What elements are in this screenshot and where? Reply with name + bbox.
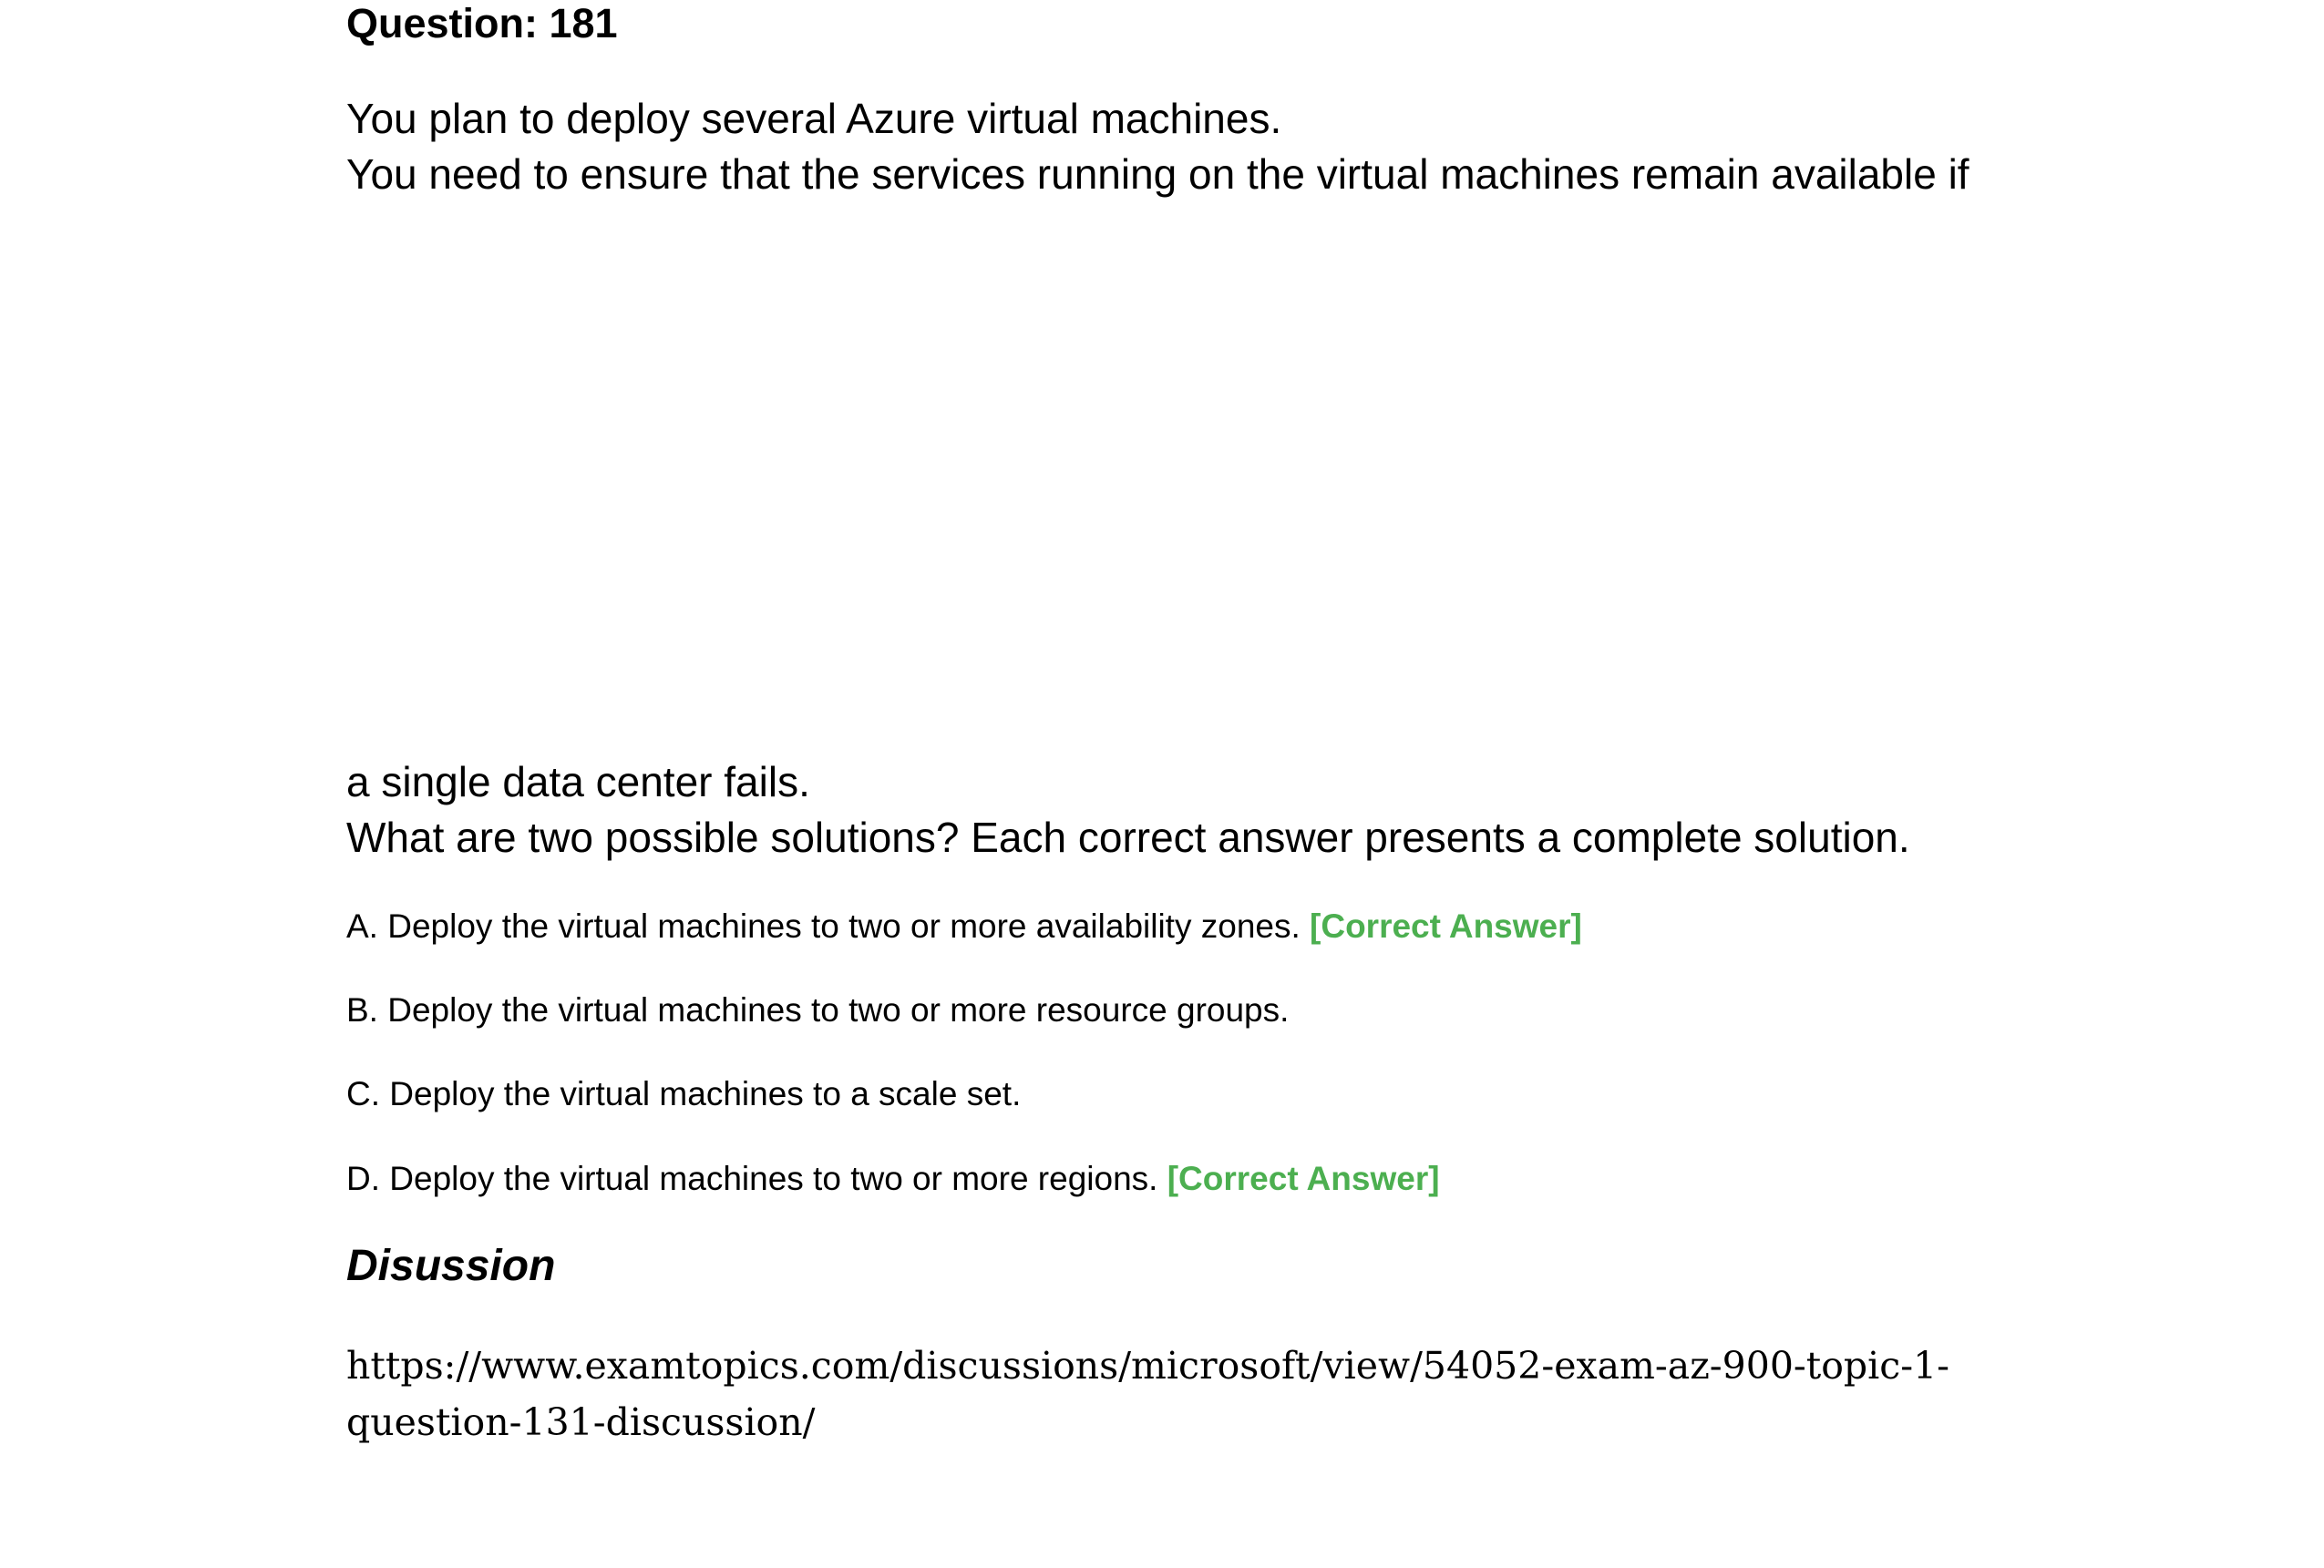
- question-stem-line: a single data center fails.: [346, 758, 810, 805]
- correct-answer-badge: [Correct Answer]: [1310, 907, 1582, 945]
- correct-answer-badge: [Correct Answer]: [1167, 1160, 1440, 1197]
- answer-option-a: A. Deploy the virtual machines to two or…: [346, 905, 1582, 948]
- answer-option-d: D. Deploy the virtual machines to two or…: [346, 1157, 1440, 1201]
- answer-option-b: B. Deploy the virtual machines to two or…: [346, 989, 1289, 1032]
- option-text: C. Deploy the virtual machines to a scal…: [346, 1075, 1022, 1112]
- option-text: D. Deploy the virtual machines to two or…: [346, 1160, 1158, 1197]
- discussion-heading: Disussion: [346, 1242, 556, 1290]
- discussion-link[interactable]: https://www.examtopics.com/discussions/m…: [346, 1337, 2078, 1450]
- question-stem-line: What are two possible solutions? Each co…: [346, 814, 1910, 861]
- answer-option-c: C. Deploy the virtual machines to a scal…: [346, 1072, 1021, 1116]
- question-stem-line: You need to ensure that the services run…: [346, 150, 1969, 198]
- question-stem-line: You plan to deploy several Azure virtual…: [346, 95, 1282, 142]
- option-text: A. Deploy the virtual machines to two or…: [346, 907, 1301, 945]
- option-text: B. Deploy the virtual machines to two or…: [346, 991, 1290, 1029]
- question-title: Question: 181: [346, 0, 618, 46]
